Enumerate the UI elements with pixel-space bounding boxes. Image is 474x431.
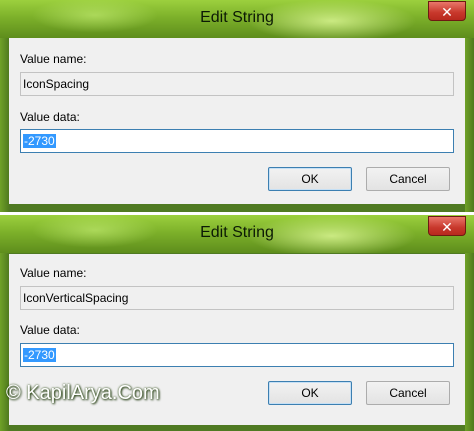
value-name-field[interactable]: IconVerticalSpacing: [20, 286, 454, 310]
close-icon: ✕: [441, 4, 453, 20]
value-data-field[interactable]: -2730: [20, 129, 454, 153]
title-bar[interactable]: Edit String ✕: [0, 215, 474, 253]
value-data-label: Value data:: [20, 323, 80, 337]
value-name-field[interactable]: IconSpacing: [20, 72, 454, 96]
value-data-field[interactable]: -2730: [20, 343, 454, 367]
title-bar[interactable]: Edit String ✕: [0, 0, 474, 38]
edit-string-dialog-1: Edit String ✕ Value name: IconSpacing Va…: [0, 0, 474, 212]
dialog-body: Value name: IconSpacing Value data: -273…: [9, 38, 465, 204]
value-data-selected-text: -2730: [23, 134, 56, 148]
close-icon: ✕: [441, 219, 453, 235]
watermark-text: © KapilArya.Com: [6, 382, 160, 404]
dialog-title: Edit String: [200, 224, 274, 241]
value-data-label: Value data:: [20, 110, 80, 124]
close-button[interactable]: ✕: [428, 1, 466, 21]
close-button[interactable]: ✕: [428, 216, 466, 236]
cancel-button[interactable]: Cancel: [366, 167, 450, 191]
value-name-label: Value name:: [20, 52, 87, 66]
frame-right: [465, 38, 474, 212]
frame-left: [0, 38, 9, 212]
ok-button[interactable]: OK: [268, 167, 352, 191]
cancel-button[interactable]: Cancel: [366, 381, 450, 405]
value-name-label: Value name:: [20, 266, 87, 280]
dialog-title: Edit String: [200, 9, 274, 26]
frame-right: [465, 253, 474, 431]
value-data-selected-text: -2730: [23, 348, 56, 362]
ok-button[interactable]: OK: [268, 381, 352, 405]
